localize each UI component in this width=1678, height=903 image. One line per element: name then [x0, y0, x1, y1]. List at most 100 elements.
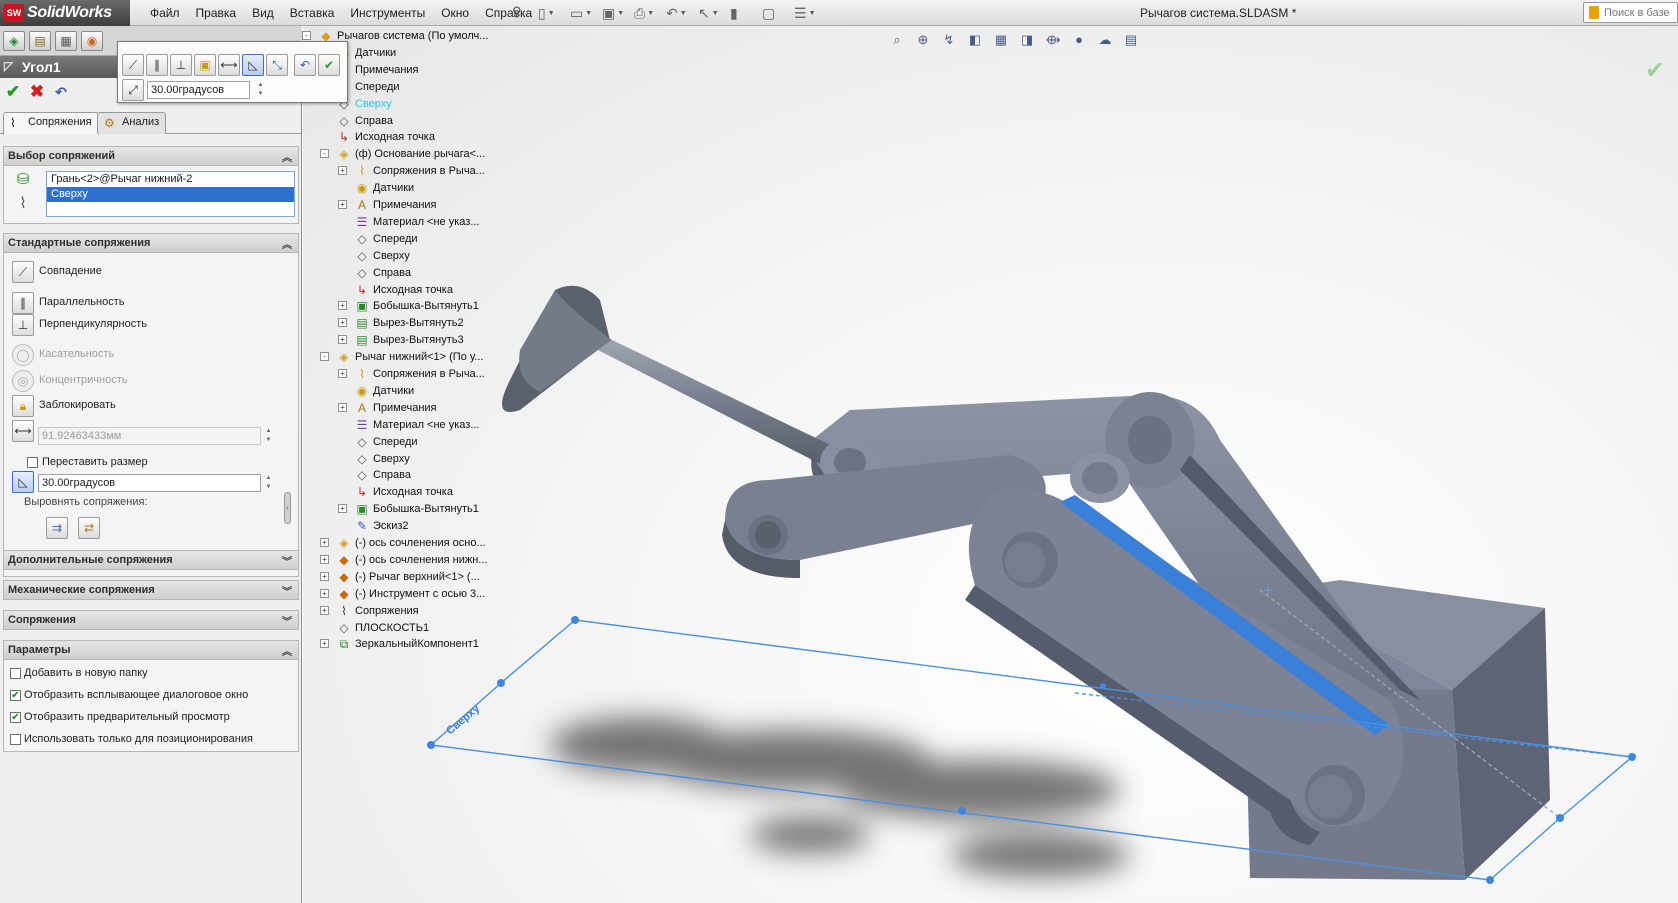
pin-menu-icon[interactable]: ⚲	[512, 4, 528, 20]
edit-appearance-icon[interactable]: ●	[1068, 30, 1090, 50]
tab-analysis[interactable]: ⚙ Анализ	[97, 112, 167, 134]
lock-icon[interactable]: 🔒︎	[12, 395, 34, 417]
expand-icon[interactable]: +	[320, 639, 329, 649]
collapse-icon[interactable]: -	[320, 149, 329, 159]
collapse-icon[interactable]: ︽	[282, 236, 292, 251]
angle-field[interactable]	[38, 474, 261, 492]
collapse-icon[interactable]: -	[320, 352, 329, 362]
previous-view-icon[interactable]: ↯	[938, 30, 960, 50]
add-to-folder-checkbox[interactable]	[10, 668, 21, 679]
section-view-icon[interactable]: ◧	[964, 30, 986, 50]
display-manager-tab-icon[interactable]: ◉	[81, 31, 103, 51]
options-header[interactable]: Параметры ︽	[4, 641, 298, 660]
expand-icon[interactable]: +	[338, 200, 347, 209]
menu-insert[interactable]: Вставка	[282, 6, 343, 20]
expand-icon[interactable]: ︾	[282, 583, 292, 598]
print-icon[interactable]: ⎙ ▼	[634, 3, 662, 23]
hide-show-items-icon[interactable]: ⟴	[1042, 30, 1064, 50]
mates-group[interactable]: Сопряжения ︾	[3, 610, 299, 630]
tool-with-axis[interactable]	[502, 285, 880, 486]
new-document-icon[interactable]: ▯ ▼	[538, 3, 566, 23]
menu-edit[interactable]: Правка	[188, 6, 245, 20]
mechanical-mates-header[interactable]: Механические сопряжения ︾	[4, 581, 298, 600]
app-logo[interactable]: SW SolidWorks	[0, 0, 130, 26]
distance-icon[interactable]: ⟷	[218, 54, 240, 76]
list-item[interactable]: Грань<2>@Рычаг нижний-2	[47, 172, 294, 187]
expand-icon[interactable]: +	[338, 335, 347, 345]
expand-icon[interactable]: +	[338, 318, 347, 328]
feature-manager-tab-icon[interactable]: ◈	[3, 31, 25, 51]
advanced-mates-header[interactable]: Дополнительные сопряжения ︾	[4, 551, 298, 570]
property-manager-tab-icon[interactable]: ▤	[29, 31, 51, 51]
undo-button[interactable]: ↶	[52, 83, 70, 101]
list-item[interactable]: Сверху	[47, 187, 294, 202]
file-properties-icon[interactable]: ▢	[762, 3, 790, 23]
rebuild-icon[interactable]: ▮	[730, 3, 758, 23]
mechanical-mates-group[interactable]: Механические сопряжения ︾	[3, 580, 299, 600]
expand-icon[interactable]: +	[338, 402, 347, 412]
collapse-icon[interactable]: -	[302, 31, 311, 40]
zoom-to-fit-icon[interactable]: ⌕	[886, 30, 908, 50]
expand-icon[interactable]: +	[338, 369, 347, 378]
expand-icon[interactable]: +	[320, 554, 329, 564]
menu-file[interactable]: Файл	[142, 6, 188, 20]
accept-mate-icon[interactable]: ✔	[318, 54, 340, 76]
collapse-icon[interactable]: ︽	[282, 149, 292, 164]
angle-icon[interactable]: ◺	[242, 54, 264, 76]
coincident-icon[interactable]: ⟋	[12, 261, 34, 283]
perpendicular-mate[interactable]: ⊥ Перпендикулярность	[8, 314, 298, 338]
ok-button[interactable]: ✔	[4, 83, 22, 101]
cancel-button[interactable]: ✖	[28, 83, 46, 101]
view-orientation-icon[interactable]: ▦	[990, 30, 1012, 50]
parallel-mate[interactable]: ∥ Параллельность	[8, 292, 298, 316]
flip-mate-alignment-icon[interactable]: ⤡	[266, 54, 288, 76]
menu-tools[interactable]: Инструменты	[342, 6, 433, 20]
view-settings-icon[interactable]: ▤	[1120, 30, 1142, 50]
select-icon[interactable]: ↖ ▼	[698, 3, 726, 23]
parallel-icon[interactable]: ∥	[12, 292, 34, 314]
tab-mates[interactable]: ⌇ Сопряжения	[3, 112, 99, 135]
lock-icon[interactable]: ▣	[194, 54, 216, 76]
expand-icon[interactable]: ︾	[282, 553, 292, 568]
panel-splitter-handle[interactable]: ‹	[284, 492, 291, 524]
apply-scene-icon[interactable]: ☁	[1094, 30, 1116, 50]
aligned-icon[interactable]: ⇉	[46, 517, 68, 539]
knowledge-base-search[interactable]	[1583, 2, 1678, 23]
menu-window[interactable]: Окно	[433, 6, 477, 20]
angle-spinner[interactable]: ▲ ▼	[263, 474, 274, 492]
flip-dimension-checkbox[interactable]	[27, 457, 38, 468]
flip-direction-icon[interactable]: ⤢	[122, 79, 144, 101]
perpendicular-icon[interactable]: ⊥	[170, 54, 192, 76]
expand-icon[interactable]: +	[320, 538, 329, 547]
options-icon[interactable]: ☰ ▼	[794, 3, 822, 23]
positioning-only-checkbox[interactable]	[10, 734, 21, 745]
entities-to-mate-list[interactable]: Грань<2>@Рычаг нижний-2 Сверху	[46, 171, 295, 217]
anti-aligned-icon[interactable]: ⇄	[78, 517, 100, 539]
coincident-icon[interactable]: ⟋	[122, 54, 144, 76]
expand-icon[interactable]: +	[338, 301, 347, 311]
angle-icon[interactable]: ◺	[12, 471, 34, 493]
menu-view[interactable]: Вид	[244, 6, 282, 20]
expand-icon[interactable]: +	[320, 571, 329, 581]
undo-icon[interactable]: ↶ ▼	[666, 3, 694, 23]
open-document-icon[interactable]: ▭ ▼	[570, 3, 598, 23]
expand-icon[interactable]: +	[338, 166, 347, 176]
expand-icon[interactable]: +	[320, 605, 329, 615]
show-preview-checkbox[interactable]: ✔	[10, 712, 21, 723]
undo-icon[interactable]: ↶	[294, 54, 316, 76]
zoom-to-area-icon[interactable]: ⊕	[912, 30, 934, 50]
display-style-icon[interactable]: ◨	[1016, 30, 1038, 50]
expand-icon[interactable]: +	[338, 504, 347, 514]
coincident-mate[interactable]: ⟋ Совпадение	[8, 261, 298, 285]
search-input[interactable]	[1604, 5, 1676, 20]
expand-icon[interactable]: ︾	[282, 613, 292, 628]
show-popup-checkbox[interactable]: ✔	[10, 690, 21, 701]
lock-mate[interactable]: 🔒︎ Заблокировать	[8, 395, 298, 419]
confirmation-corner-ok-icon[interactable]: ✔	[1645, 56, 1665, 85]
advanced-mates-group[interactable]: Дополнительные сопряжения ︾	[3, 550, 299, 570]
distance-icon[interactable]: ⟷	[12, 420, 34, 442]
menu-help[interactable]: Справка	[477, 6, 540, 20]
perpendicular-icon[interactable]: ⊥	[12, 314, 34, 336]
mate-selections-header[interactable]: Выбор сопряжений ︽	[4, 147, 298, 166]
save-icon[interactable]: ▣ ▼	[602, 3, 630, 23]
